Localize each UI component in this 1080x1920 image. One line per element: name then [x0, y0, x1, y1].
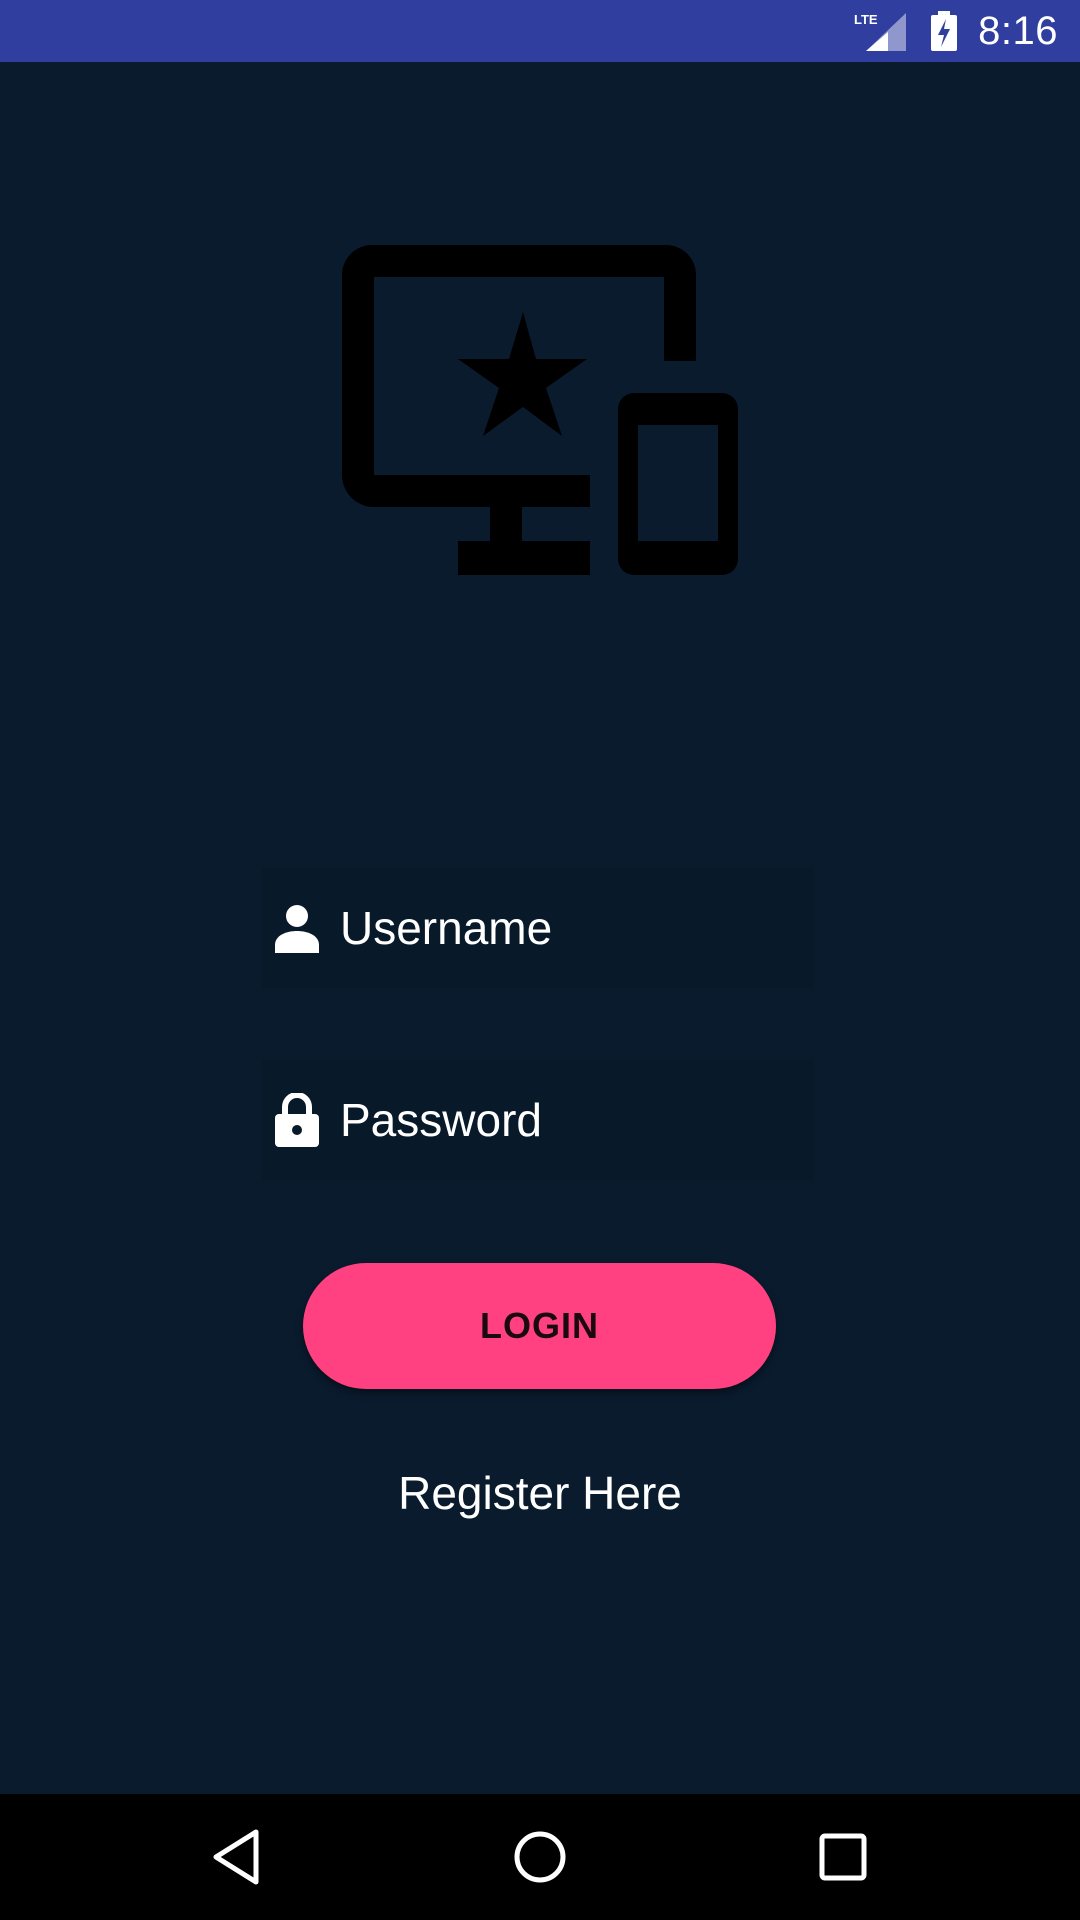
battery-charging-icon — [931, 11, 958, 51]
status-icons: LTE 8:16 — [854, 0, 1058, 62]
person-icon — [275, 905, 319, 953]
login-button[interactable]: LOGIN — [303, 1263, 776, 1389]
password-input[interactable] — [340, 1093, 938, 1147]
status-bar: LTE 8:16 — [0, 0, 1080, 62]
home-icon[interactable] — [510, 1827, 570, 1887]
status-clock: 8:16 — [978, 8, 1058, 53]
username-field[interactable] — [262, 868, 938, 988]
lte-signal-icon: LTE — [854, 12, 907, 51]
back-icon[interactable] — [206, 1827, 266, 1887]
network-label: LTE — [854, 12, 878, 27]
register-link[interactable]: Register Here — [0, 1466, 1080, 1520]
password-field[interactable] — [262, 1060, 938, 1180]
username-input[interactable] — [340, 901, 938, 955]
lock-icon — [275, 1093, 319, 1147]
recents-icon[interactable] — [813, 1827, 873, 1887]
navigation-bar — [0, 1794, 1080, 1920]
devices-star-icon — [342, 245, 738, 575]
